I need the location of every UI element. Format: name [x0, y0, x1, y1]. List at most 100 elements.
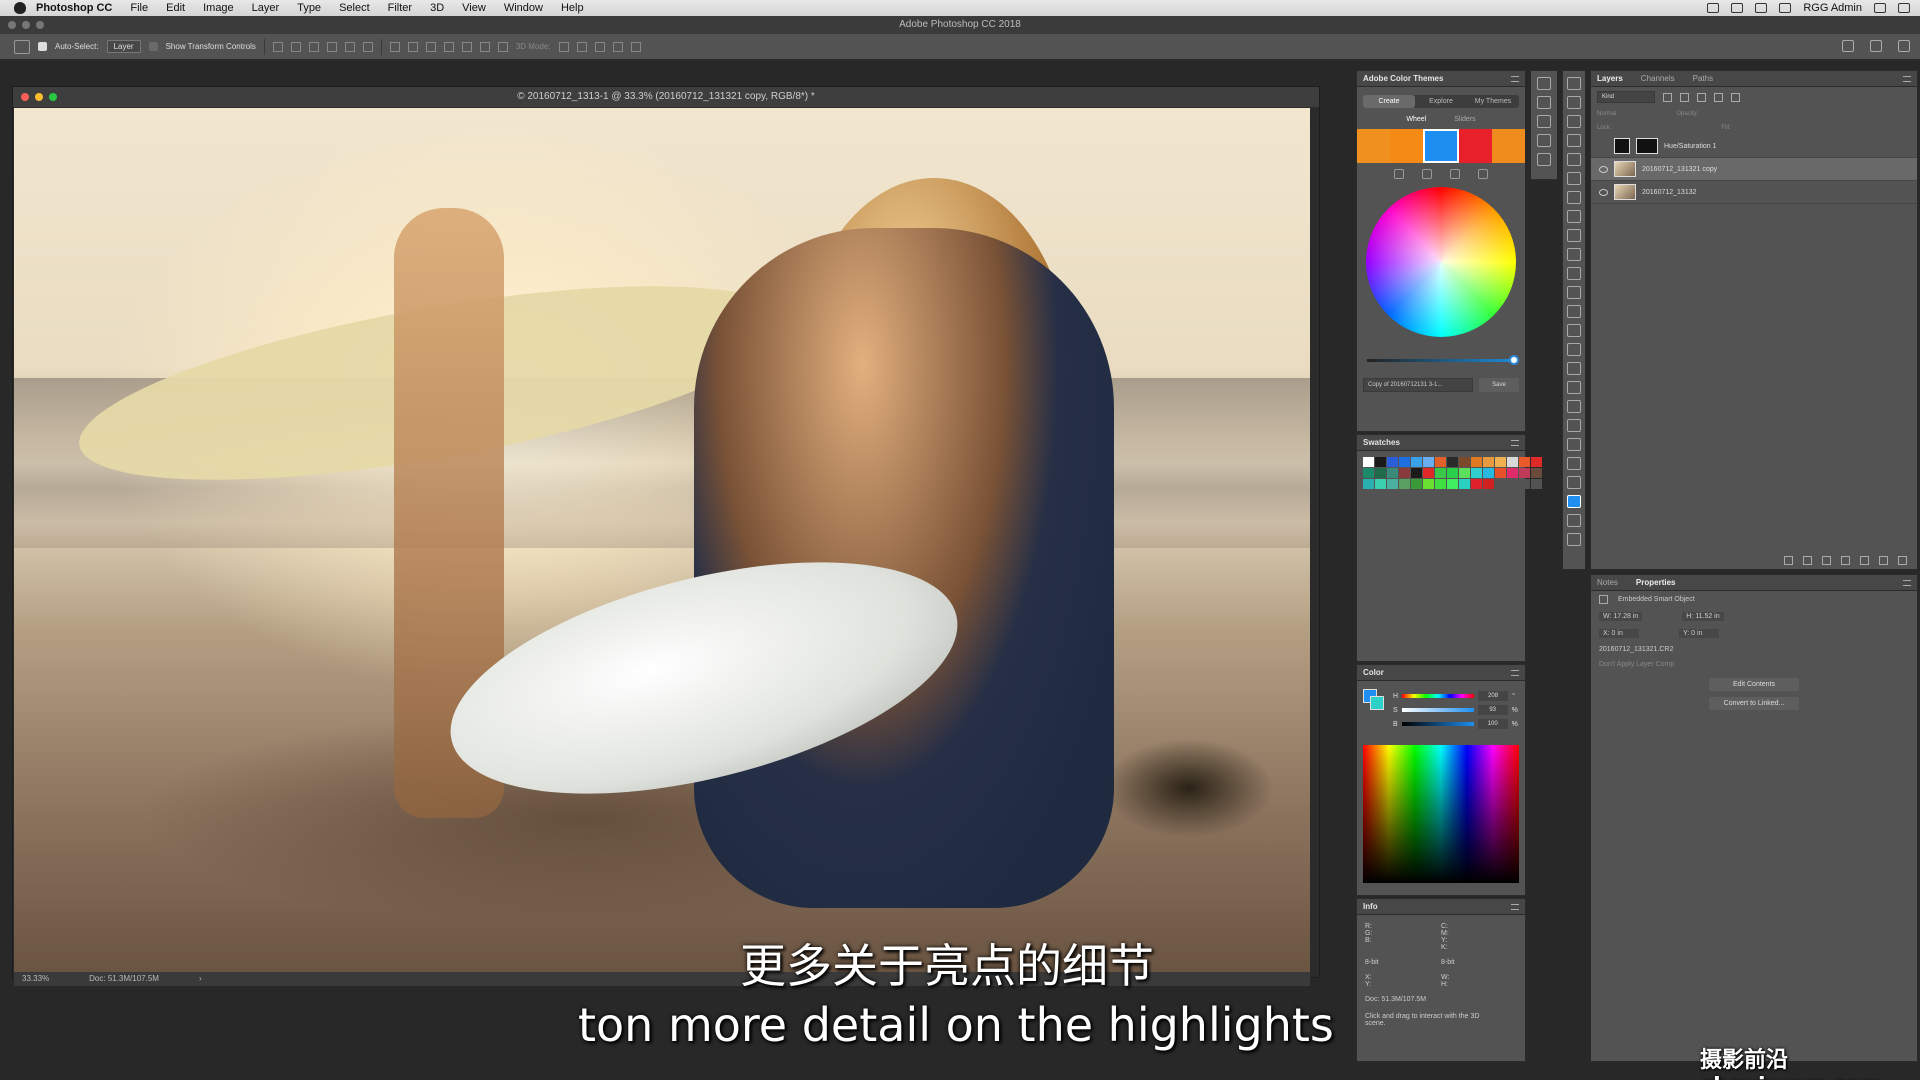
swatch[interactable]	[1471, 468, 1482, 478]
swatch[interactable]	[1435, 479, 1446, 489]
panel-menu-icon[interactable]	[1511, 904, 1519, 910]
align-bottom-icon[interactable]	[308, 41, 319, 52]
eraser-icon[interactable]	[1567, 267, 1581, 280]
blur-icon[interactable]	[1567, 305, 1581, 318]
lasso-icon[interactable]	[1567, 115, 1581, 128]
tab-notes[interactable]: Notes	[1597, 575, 1618, 590]
close-window-button[interactable]	[8, 21, 16, 29]
swatch[interactable]	[1363, 479, 1374, 489]
fg-bg-colors-icon[interactable]	[1567, 495, 1581, 508]
menu-image[interactable]: Image	[203, 2, 234, 14]
color-spectrum[interactable]	[1363, 745, 1519, 883]
zoom-doc-button[interactable]	[49, 93, 57, 101]
filter-shape-icon[interactable]	[1714, 92, 1723, 102]
swatch[interactable]	[1387, 457, 1398, 467]
swatch[interactable]	[1459, 457, 1470, 467]
x-field[interactable]: X: 0 in	[1599, 629, 1639, 638]
swatch[interactable]	[1387, 479, 1398, 489]
tab-paths[interactable]: Paths	[1693, 71, 1713, 86]
width-field[interactable]: W: 17.28 in	[1599, 612, 1643, 621]
align-hcenter-icon[interactable]	[344, 41, 355, 52]
swatch[interactable]	[1507, 457, 1518, 467]
align-right-icon[interactable]	[362, 41, 373, 52]
menu-view[interactable]: View	[462, 2, 486, 14]
eyedropper-icon[interactable]	[1478, 169, 1488, 179]
distribute-vcenter-icon[interactable]	[407, 41, 418, 52]
swatch[interactable]	[1399, 457, 1410, 467]
theme-name-field[interactable]: Copy of 20160712131 3-1...	[1363, 378, 1473, 392]
brightness-value[interactable]: 100	[1477, 719, 1508, 729]
panel-menu-icon[interactable]	[1511, 440, 1519, 446]
stamp-icon[interactable]	[1567, 229, 1581, 242]
actions-icon[interactable]	[1537, 153, 1551, 166]
move-tool-icon[interactable]	[14, 39, 30, 54]
move-icon[interactable]	[1567, 77, 1581, 90]
marquee-icon[interactable]	[1567, 96, 1581, 109]
menu-help[interactable]: Help	[561, 2, 584, 14]
quick-mask-icon[interactable]	[1567, 514, 1581, 527]
swatch[interactable]	[1483, 468, 1494, 478]
swatch[interactable]	[1531, 468, 1542, 478]
minimize-doc-button[interactable]	[35, 93, 43, 101]
filter-smart-icon[interactable]	[1731, 92, 1740, 102]
clone-source-icon[interactable]	[1537, 115, 1551, 128]
path-select-icon[interactable]	[1567, 381, 1581, 394]
default-colors-icon[interactable]	[1567, 476, 1581, 489]
swatch[interactable]	[1483, 457, 1494, 467]
share-icon[interactable]	[1898, 40, 1910, 52]
swatch[interactable]	[1483, 479, 1494, 489]
menu-3d[interactable]: 3D	[430, 2, 444, 14]
menu-select[interactable]: Select	[339, 2, 370, 14]
swatch[interactable]	[1387, 468, 1398, 478]
filter-pixel-icon[interactable]	[1663, 92, 1672, 102]
align-left-icon[interactable]	[326, 41, 337, 52]
swatch[interactable]	[1447, 479, 1458, 489]
history-icon[interactable]	[1537, 134, 1551, 147]
hand-icon[interactable]	[1567, 419, 1581, 432]
adjustment-icon[interactable]	[1841, 556, 1850, 565]
tab-explore[interactable]: Explore	[1415, 95, 1467, 108]
swatch[interactable]	[1423, 479, 1434, 489]
gradient-icon[interactable]	[1567, 286, 1581, 299]
visibility-icon[interactable]	[1599, 165, 1608, 173]
image-canvas[interactable]	[14, 108, 1310, 972]
more-tools-icon[interactable]	[1567, 457, 1581, 470]
mode-sliders[interactable]: Sliders	[1454, 116, 1475, 123]
history-brush-icon[interactable]	[1567, 248, 1581, 261]
add-to-swatches-icon[interactable]	[1394, 169, 1404, 179]
filter-adjustment-icon[interactable]	[1680, 92, 1689, 102]
user-menu[interactable]: RGG Admin	[1803, 2, 1862, 14]
airplay-icon[interactable]	[1779, 3, 1792, 13]
brush-icon[interactable]	[1567, 210, 1581, 223]
chevron-right-icon[interactable]: ›	[199, 972, 202, 986]
swatch[interactable]	[1447, 457, 1458, 467]
3d-slide-icon[interactable]	[612, 41, 623, 52]
panel-menu-icon[interactable]	[1511, 76, 1519, 82]
zoom-icon[interactable]	[1567, 438, 1581, 451]
app-menu[interactable]: Photoshop CC	[36, 2, 112, 14]
eyedropper-tool-icon[interactable]	[1567, 172, 1581, 185]
swatch[interactable]	[1495, 479, 1506, 489]
background-color-swatch[interactable]	[1370, 696, 1384, 710]
panel-menu-icon[interactable]	[1903, 76, 1911, 82]
3d-scale-icon[interactable]	[630, 41, 641, 52]
swatch[interactable]	[1435, 457, 1446, 467]
wifi-icon[interactable]	[1755, 3, 1768, 13]
swatch[interactable]	[1399, 479, 1410, 489]
swatch[interactable]	[1507, 468, 1518, 478]
doc-size[interactable]: Doc: 51.3M/107.5M	[89, 972, 159, 986]
menu-filter[interactable]: Filter	[388, 2, 412, 14]
layer-row[interactable]: 20160712_13132	[1591, 181, 1917, 204]
swatch[interactable]	[1411, 468, 1422, 478]
menu-edit[interactable]: Edit	[166, 2, 185, 14]
theme-swatch[interactable]	[1357, 129, 1390, 163]
tab-layers[interactable]: Layers	[1597, 71, 1623, 86]
layer-kind-filter[interactable]: Kind	[1597, 91, 1655, 103]
fx-icon[interactable]	[1803, 556, 1812, 565]
convert-to-linked-button[interactable]: Convert to Linked...	[1709, 697, 1799, 710]
spotlight-icon[interactable]	[1874, 3, 1886, 13]
swatch[interactable]	[1399, 468, 1410, 478]
3d-orbit-icon[interactable]	[558, 41, 569, 52]
zoom-level[interactable]: 33.33%	[22, 972, 49, 986]
hue-slider[interactable]	[1402, 694, 1475, 698]
